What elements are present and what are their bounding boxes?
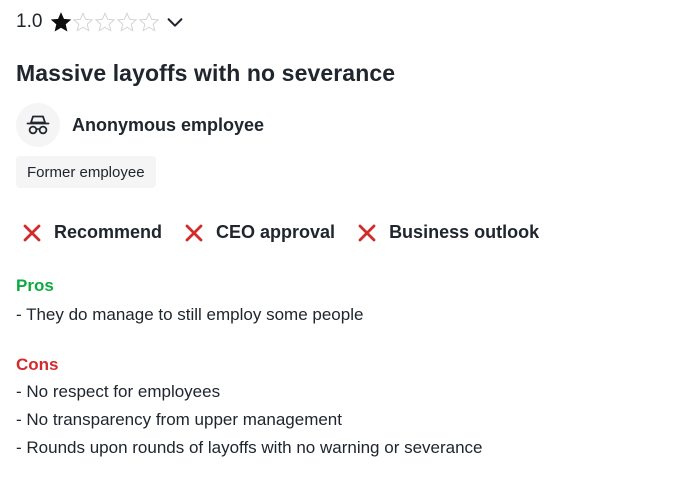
star-rating (50, 10, 160, 34)
cons-text: - No respect for employees - No transpar… (16, 378, 483, 462)
cons-line: - No respect for employees (16, 382, 221, 401)
star-icon (94, 11, 116, 33)
review-title: Massive layoffs with no severance (16, 60, 396, 86)
author-row: Anonymous employee (16, 103, 264, 147)
indicator-label: Business outlook (389, 222, 540, 242)
anonymous-incognito-icon (24, 111, 52, 139)
cons-line: - No transparency from upper management (16, 410, 342, 429)
star-icon (116, 11, 138, 33)
x-mark-icon (22, 223, 42, 243)
indicator-recommend: Recommend (22, 222, 162, 243)
cons-heading: Cons (16, 355, 59, 374)
chevron-down-icon[interactable] (164, 11, 186, 33)
star-icon (138, 11, 160, 33)
star-icon (72, 11, 94, 33)
star-icon (50, 11, 72, 33)
pros-text: - They do manage to still employ some pe… (16, 301, 363, 329)
employment-status-tag: Former employee (16, 156, 156, 188)
author-name: Anonymous employee (72, 114, 265, 135)
indicator-ceo-approval: CEO approval (184, 222, 335, 243)
x-mark-icon (184, 223, 204, 243)
pros-heading: Pros (16, 276, 54, 295)
rating-indicators: Recommend CEO approval Business outlook (22, 222, 561, 243)
cons-line: - Rounds upon rounds of layoffs with no … (16, 438, 483, 457)
avatar (16, 103, 60, 147)
rating-row: 1.0 (16, 7, 186, 37)
indicator-business-outlook: Business outlook (357, 222, 539, 243)
rating-value: 1.0 (16, 11, 43, 32)
indicator-label: CEO approval (216, 222, 336, 242)
pros-line: - They do manage to still employ some pe… (16, 305, 364, 324)
x-mark-icon (357, 223, 377, 243)
indicator-label: Recommend (54, 222, 163, 242)
